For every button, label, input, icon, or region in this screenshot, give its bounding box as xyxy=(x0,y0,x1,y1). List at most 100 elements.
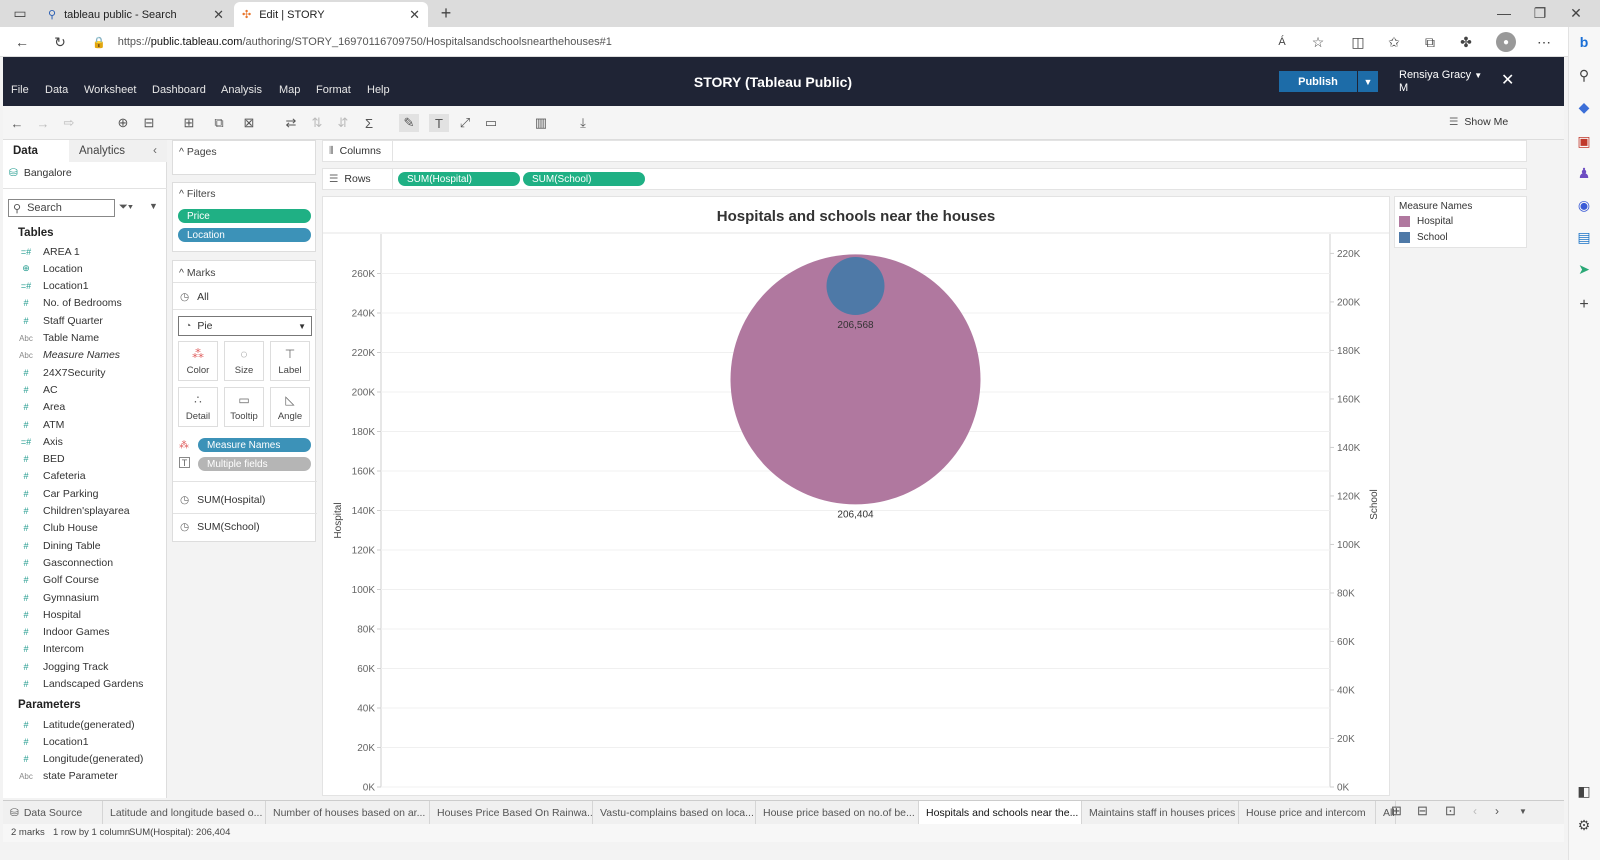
marks-tab-hospital[interactable]: ◷ SUM(Hospital) xyxy=(180,494,265,506)
field-item[interactable]: # Gasconnection xyxy=(15,554,113,571)
read-aloud-icon[interactable]: Á xyxy=(1272,32,1292,52)
sort-descending-icon[interactable]: ⇵ xyxy=(333,114,353,132)
outlook-icon[interactable]: ▤ xyxy=(1574,227,1594,247)
marks-tab-school[interactable]: ◷ SUM(School) xyxy=(180,521,260,533)
menu-worksheet[interactable]: Worksheet xyxy=(84,84,136,96)
field-item[interactable]: # ATM xyxy=(15,416,64,433)
filter-pill-location[interactable]: Location xyxy=(178,228,311,242)
scroll-tabs-left-icon[interactable]: ‹ xyxy=(1473,804,1477,818)
menu-analysis[interactable]: Analysis xyxy=(221,84,262,96)
swap-icon[interactable]: ⇄ xyxy=(281,114,301,132)
url-field[interactable]: 🔒 https://public.tableau.com/authoring/S… xyxy=(92,30,1332,54)
new-dashboard-tab-icon[interactable]: ⊟ xyxy=(1417,803,1428,819)
minimize-icon[interactable]: — xyxy=(1494,3,1514,23)
drop-icon[interactable]: ➤ xyxy=(1574,259,1594,279)
pie-chart[interactable]: Hospitals and schools near the houses 0K 2… xyxy=(323,197,1389,795)
field-item[interactable]: # Staff Quarter xyxy=(15,312,102,329)
more-icon[interactable]: ⋯ xyxy=(1534,32,1554,52)
datasource-item[interactable]: ⛁ Bangalore xyxy=(9,167,72,179)
sheet-tab[interactable]: House price and intercom xyxy=(1239,801,1376,824)
search-icon[interactable]: ⚲ xyxy=(1574,65,1594,85)
field-item[interactable]: # Gymnasium xyxy=(15,589,99,606)
close-editor-icon[interactable]: ✕ xyxy=(1501,70,1514,90)
duplicate-sheet-icon[interactable]: ⧉ xyxy=(209,114,229,132)
field-item[interactable]: Abc Measure Names xyxy=(15,347,120,364)
sheet-tab[interactable]: Hospitals and schools near the... xyxy=(919,801,1082,824)
new-story-tab-icon[interactable]: ⊡ xyxy=(1445,803,1456,819)
profile-avatar-icon[interactable]: ● xyxy=(1496,32,1516,52)
mark-type-select[interactable]: ◔ Pie ▼ xyxy=(178,316,312,336)
add-sidebar-icon[interactable]: + xyxy=(1574,295,1594,315)
field-item[interactable]: =# Location1 xyxy=(15,278,89,295)
close-tab-icon[interactable]: ✕ xyxy=(409,7,420,23)
field-item[interactable]: # Landscaped Gardens xyxy=(15,676,143,693)
back-icon[interactable]: ← xyxy=(12,32,32,52)
sheet-tab[interactable]: Latitude and longitude based o... xyxy=(103,801,266,824)
menu-file[interactable]: File xyxy=(11,84,29,96)
marks-all-tab[interactable]: ◷ All xyxy=(180,291,209,303)
legend-item-school[interactable]: School xyxy=(1399,232,1448,243)
field-item[interactable]: # AC xyxy=(15,381,57,398)
sheet-tab[interactable]: Number of houses based on ar... xyxy=(266,801,430,824)
replay-icon[interactable]: ⇨ xyxy=(59,114,79,132)
sheet-tab[interactable]: Maintains staff in houses prices xyxy=(1082,801,1239,824)
show-me-button[interactable]: ☰ Show Me xyxy=(1449,116,1508,128)
split-screen-icon[interactable]: ◫ xyxy=(1348,32,1368,52)
copilot-icon[interactable]: b xyxy=(1574,32,1594,52)
tabs-menu-icon[interactable]: ▼ xyxy=(1519,807,1527,816)
undo-icon[interactable]: ← xyxy=(7,114,27,132)
new-datasource-icon[interactable]: ⊕ xyxy=(113,114,133,132)
field-item[interactable]: =# AREA 1 xyxy=(15,243,80,260)
field-item[interactable]: # Hospital xyxy=(15,606,80,623)
field-item[interactable]: # Club House xyxy=(15,520,97,537)
parameter-item[interactable]: # Latitude(generated) xyxy=(15,716,134,733)
menu-dashboard[interactable]: Dashboard xyxy=(152,84,206,96)
menu-data[interactable]: Data xyxy=(45,84,68,96)
parameter-item[interactable]: # Location1 xyxy=(15,733,88,750)
menu-format[interactable]: Format xyxy=(316,84,351,96)
pages-card[interactable]: ^ Pages xyxy=(172,140,316,175)
search-input[interactable]: ⚲ Search xyxy=(8,199,115,217)
legend-item-hospital[interactable]: Hospital xyxy=(1399,216,1453,227)
mark-pill-measure-names[interactable]: Measure Names xyxy=(198,438,311,452)
sheet-tab[interactable]: Houses Price Based On Rainwa... xyxy=(430,801,593,824)
row-pill-hospital[interactable]: SUM(Hospital) xyxy=(398,172,520,186)
field-item[interactable]: # No. of Bedrooms xyxy=(15,295,121,312)
label-button[interactable]: ⊤ Label xyxy=(270,341,310,381)
publish-dropdown-icon[interactable]: ▼ xyxy=(1358,71,1378,92)
mark-pill-multiple-fields[interactable]: Multiple fields xyxy=(198,457,311,471)
field-item[interactable]: # Indoor Games xyxy=(15,624,109,641)
favorites-icon[interactable]: ✩ xyxy=(1384,32,1404,52)
show-labels-icon[interactable]: T xyxy=(429,114,449,132)
field-item[interactable]: # Intercom xyxy=(15,641,83,658)
sheet-tab[interactable]: House price based on no.of be... xyxy=(756,801,919,824)
close-window-icon[interactable]: ✕ xyxy=(1566,3,1586,23)
field-item[interactable]: # Car Parking xyxy=(15,485,98,502)
highlight-icon[interactable]: ✎ xyxy=(399,114,419,132)
restore-icon[interactable]: ❐ xyxy=(1530,3,1550,23)
columns-shelf[interactable]: ⦀ Columns xyxy=(322,140,1527,162)
collections-icon[interactable]: ⧉ xyxy=(1420,32,1440,52)
field-item[interactable]: # BED xyxy=(15,451,64,468)
microsoft365-icon[interactable]: ◉ xyxy=(1574,195,1594,215)
menu-map[interactable]: Map xyxy=(279,84,300,96)
field-item[interactable]: # Cafeteria xyxy=(15,468,85,485)
new-worksheet-icon[interactable]: ⊞ xyxy=(179,114,199,132)
browser-tab-story[interactable]: ✣ Edit | STORY ✕ xyxy=(234,2,428,27)
shopping-icon[interactable]: ◆ xyxy=(1574,97,1594,117)
field-item[interactable]: # Jogging Track xyxy=(15,658,108,675)
new-tab-icon[interactable]: + xyxy=(436,3,456,23)
clear-sheet-icon[interactable]: ⊠ xyxy=(239,114,259,132)
detail-button[interactable]: ∴ Detail xyxy=(178,387,218,427)
tab-actions-icon[interactable]: ▭ xyxy=(10,3,30,23)
publish-button[interactable]: Publish xyxy=(1279,71,1357,92)
favorite-icon[interactable]: ☆ xyxy=(1308,32,1328,52)
fit-icon[interactable]: ▭ xyxy=(481,114,501,132)
rows-shelf[interactable]: ☰ Rows SUM(Hospital) SUM(School) xyxy=(322,168,1527,190)
filter-fields-icon[interactable]: ⏷▾ xyxy=(119,201,133,214)
sidebar-layout-icon[interactable]: ◧ xyxy=(1574,781,1594,801)
row-pill-school[interactable]: SUM(School) xyxy=(523,172,645,186)
new-worksheet-tab-icon[interactable]: ⊞ xyxy=(1391,803,1402,819)
user-menu[interactable]: Rensiya Gracy ▼ M xyxy=(1399,69,1482,94)
extensions-icon[interactable]: ✤ xyxy=(1456,32,1476,52)
